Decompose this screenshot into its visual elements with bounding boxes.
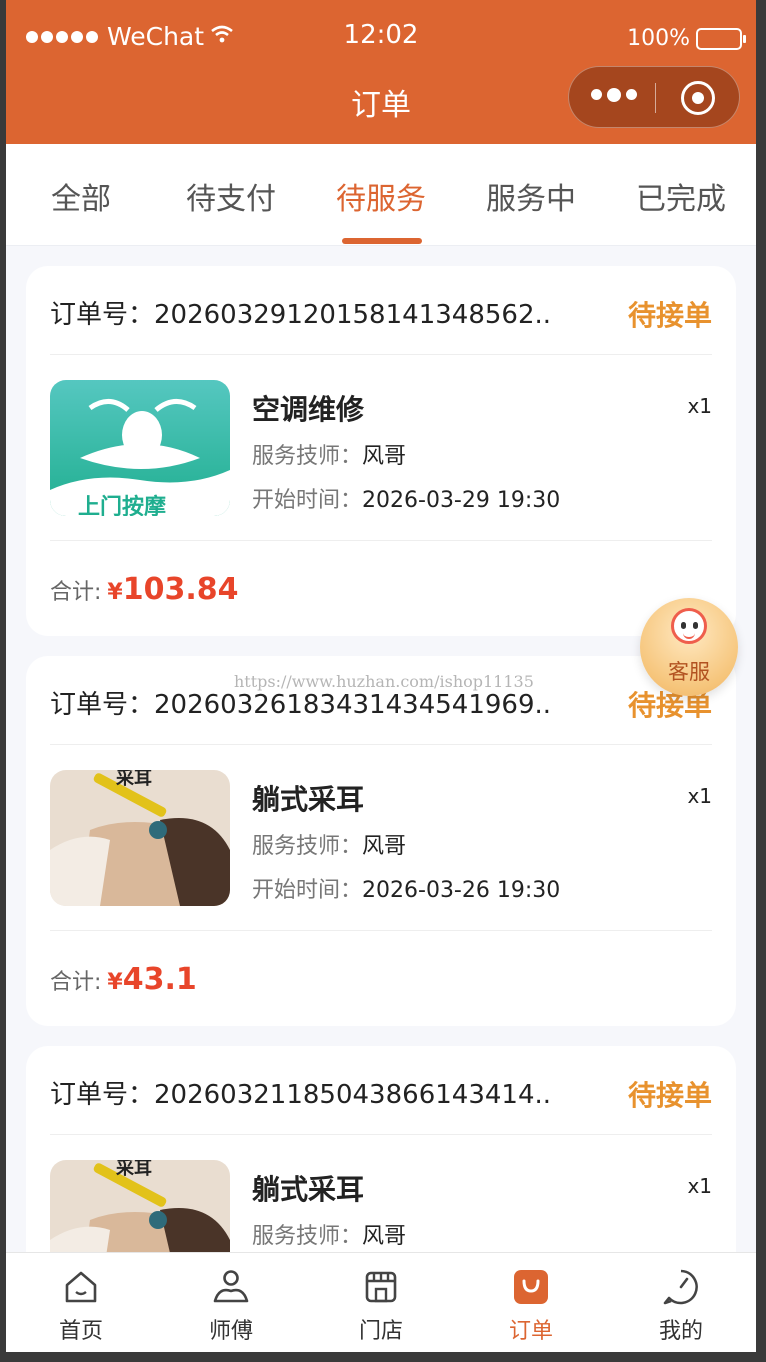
tab-pending-payment[interactable]: 待支付: [156, 174, 306, 218]
close-miniprogram-icon[interactable]: [681, 81, 715, 115]
active-tab-indicator: [342, 238, 422, 244]
mini-program-capsule: [568, 66, 740, 128]
service-name: 躺式采耳: [252, 1173, 365, 1206]
tab-pending-service[interactable]: 待服务: [306, 174, 456, 218]
order-status: 待接单: [627, 299, 712, 332]
battery-icon: [696, 27, 746, 50]
customer-service-button[interactable]: 客服: [640, 598, 738, 696]
technician: 服务技师：风哥: [252, 1224, 407, 1249]
order-total: 合计: ¥103.84: [50, 572, 239, 607]
technician: 服务技师：风哥: [252, 834, 407, 859]
quantity: x1: [687, 394, 712, 418]
service-thumbnail: 上门按摩: [50, 380, 230, 516]
technician: 服务技师：风哥: [252, 444, 407, 469]
phone-screen: WeChat 12:02 100% 订单 全部 待支付 待服务 服务中 已完成: [6, 0, 756, 1352]
bottom-tabbar: 首页 师傅 门店 订单 我的: [6, 1252, 756, 1352]
tab-all[interactable]: 全部: [6, 174, 156, 218]
quantity: x1: [687, 784, 712, 808]
service-name: 空调维修: [252, 393, 365, 426]
battery-percent: 100%: [627, 26, 690, 51]
tabbar-home[interactable]: 首页: [6, 1267, 156, 1345]
store-icon: [365, 1271, 397, 1303]
order-card[interactable]: 订单号：20260329120158141348562... 待接单 上门按摩 …: [26, 266, 736, 636]
header: WeChat 12:02 100% 订单: [6, 0, 756, 144]
more-icon[interactable]: [591, 88, 642, 102]
tab-completed[interactable]: 已完成: [606, 174, 756, 218]
start-time: 开始时间：2026-03-26 19:30: [252, 878, 561, 903]
tab-in-service[interactable]: 服务中: [456, 174, 606, 218]
order-bag-icon: [514, 1270, 548, 1304]
order-number: 订单号：20260329120158141348562...: [50, 300, 550, 330]
battery: 100%: [627, 26, 746, 51]
master-icon: [213, 1270, 249, 1303]
tabbar-profile[interactable]: 我的: [606, 1267, 756, 1345]
tabbar-store[interactable]: 门店: [306, 1267, 456, 1345]
order-tabs: 全部 待支付 待服务 服务中 已完成: [6, 144, 756, 246]
watermark-text: https://www.huzhan.com/ishop11135: [234, 672, 534, 691]
tabbar-order[interactable]: 订单: [456, 1267, 606, 1345]
home-icon: [65, 1271, 97, 1303]
order-card[interactable]: 订单号：20260326183431434541969... 待接单 采耳 躺式…: [26, 656, 736, 1026]
order-number: 订单号：20260321185043866143414...: [50, 1080, 550, 1110]
thumb-text: 采耳: [115, 770, 152, 789]
thumb-text: 上门按摩: [78, 494, 166, 516]
service-thumbnail: 采耳: [50, 770, 230, 906]
thumb-text: 采耳: [115, 1160, 152, 1179]
status-bar: WeChat 12:02 100%: [6, 0, 756, 76]
start-time: 开始时间：2026-03-29 19:30: [252, 488, 561, 513]
customer-service-label: 客服: [668, 660, 710, 684]
order-status: 待接单: [627, 1079, 712, 1112]
service-name: 躺式采耳: [252, 783, 365, 816]
order-total: 合计: ¥43.1: [50, 962, 197, 997]
quantity: x1: [687, 1174, 712, 1198]
profile-icon: [663, 1269, 698, 1305]
tabbar-master[interactable]: 师傅: [156, 1267, 306, 1345]
customer-service-icon: [671, 608, 707, 644]
